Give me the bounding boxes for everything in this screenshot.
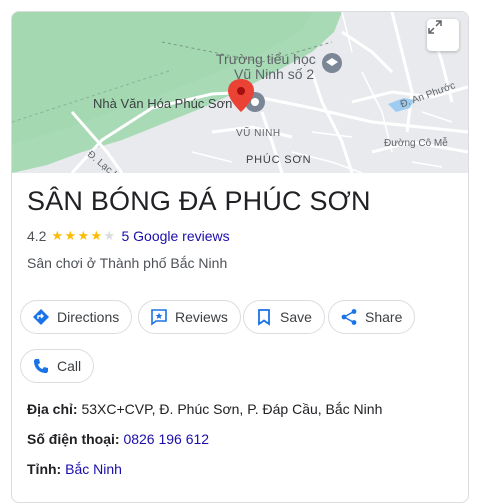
place-card: Trường tiểu học Vũ Ninh số 2 Nhà Văn Hóa…: [11, 11, 469, 503]
reviews-button[interactable]: Reviews: [138, 300, 241, 334]
expand-icon: [428, 20, 442, 34]
map-label-phuc-son: PHÚC SƠN: [246, 154, 312, 166]
share-label: Share: [365, 309, 403, 325]
map-label-co-me: Đường Cô Mễ: [384, 138, 448, 149]
share-icon: [339, 307, 359, 327]
province-label: Tỉnh: [27, 461, 57, 477]
address-label: Địa chỉ: [27, 401, 73, 417]
phone-row: Số điện thoại: 0826 196 612: [27, 431, 210, 447]
call-button[interactable]: Call: [20, 349, 95, 383]
expand-map-button[interactable]: [427, 19, 459, 51]
map-label-culture-house: Nhà Văn Hóa Phúc Sơn: [93, 96, 233, 111]
place-category: Sân chơi ở Thành phố Bắc Ninh: [27, 255, 228, 271]
bookmark-icon: [254, 307, 274, 327]
star-filled-icon: ★: [51, 228, 64, 243]
directions-label: Directions: [57, 309, 120, 325]
star-filled-icon: ★: [77, 228, 90, 243]
google-reviews-link[interactable]: 5 Google reviews: [121, 228, 229, 244]
province-row: Tỉnh: Bắc Ninh: [27, 461, 122, 477]
address-row: Địa chỉ: 53XC+CVP, Đ. Phúc Sơn, P. Đáp C…: [27, 401, 383, 417]
phone-label: Số điện thoại: [27, 431, 115, 447]
rating-row: 4.2 ★ ★ ★ ★ ★ 5 Google reviews: [27, 228, 230, 244]
map-label-school-line2: Vũ Ninh số 2: [234, 66, 315, 82]
review-icon: [149, 307, 169, 327]
place-title: SÂN BÓNG ĐÁ PHÚC SƠN: [27, 186, 371, 216]
star-filled-icon: ★: [90, 228, 103, 243]
province-link[interactable]: Bắc Ninh: [65, 461, 122, 477]
phone-icon: [31, 356, 51, 376]
save-button[interactable]: Save: [243, 300, 325, 334]
star-rating: ★ ★ ★ ★ ★: [51, 229, 116, 243]
map-preview[interactable]: Trường tiểu học Vũ Ninh số 2 Nhà Văn Hóa…: [12, 12, 468, 173]
directions-button[interactable]: Directions: [20, 300, 133, 334]
call-label: Call: [57, 358, 82, 374]
save-label: Save: [280, 309, 312, 325]
address-value: 53XC+CVP, Đ. Phúc Sơn, P. Đáp Cầu, Bắc N…: [81, 401, 383, 417]
phone-link[interactable]: 0826 196 612: [123, 431, 209, 447]
map-label-school-line1: Trường tiểu học: [216, 51, 316, 67]
star-empty-icon: ★: [103, 228, 116, 243]
reviews-label: Reviews: [175, 309, 228, 325]
map-label-vu-ninh: VŨ NINH: [236, 128, 281, 139]
directions-icon: [31, 307, 51, 327]
share-button[interactable]: Share: [328, 300, 416, 334]
rating-value: 4.2: [27, 228, 47, 244]
star-filled-icon: ★: [64, 228, 77, 243]
